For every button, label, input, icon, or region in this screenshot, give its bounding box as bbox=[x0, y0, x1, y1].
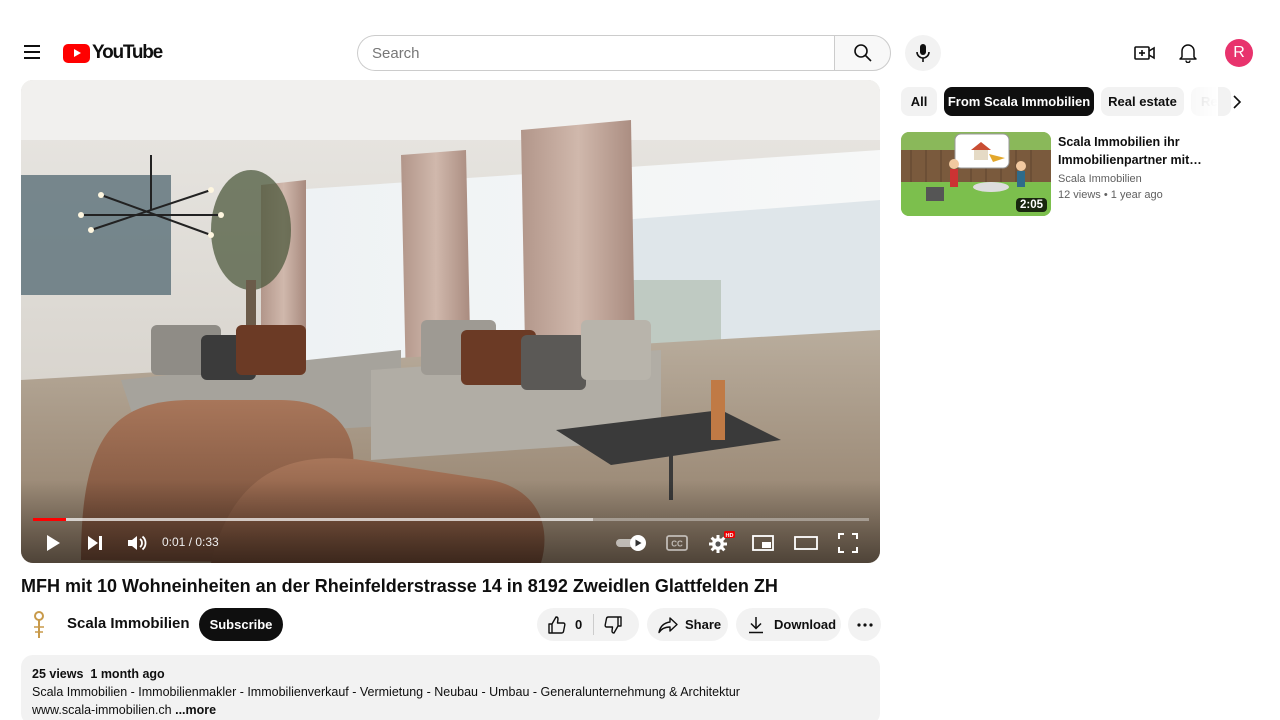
related-video-age: 1 year ago bbox=[1110, 189, 1163, 201]
logo-text: YouTube bbox=[92, 42, 163, 63]
next-button[interactable] bbox=[81, 528, 109, 558]
theater-icon bbox=[794, 536, 818, 550]
captions-icon: CC bbox=[666, 535, 688, 551]
channel-avatar[interactable] bbox=[22, 607, 56, 641]
channel-logo-icon bbox=[34, 611, 44, 638]
video-title: MFH mit 10 Wohneinheiten an der Rheinfel… bbox=[21, 576, 778, 596]
chips-next-button[interactable] bbox=[1222, 87, 1252, 117]
like-dislike-group: 0 bbox=[537, 608, 639, 641]
channel-name[interactable]: Scala Immobilien bbox=[67, 615, 190, 632]
chip-from-scala-immobilien[interactable]: From Scala Immobilien bbox=[944, 87, 1094, 116]
settings-button[interactable]: HD bbox=[705, 528, 737, 558]
settings-icon: HD bbox=[709, 531, 735, 553]
thumbs-up-icon bbox=[548, 615, 566, 634]
youtube-logo[interactable]: YouTube bbox=[63, 42, 163, 64]
chip-all[interactable]: All bbox=[901, 87, 937, 116]
video-frame-living-room bbox=[21, 80, 880, 563]
autoplay-toggle[interactable] bbox=[615, 528, 649, 558]
chip-fade bbox=[1186, 87, 1218, 116]
description-box[interactable]: 25 views 1 month ago Scala Immobilien - … bbox=[21, 655, 880, 720]
more-actions-button[interactable] bbox=[848, 608, 881, 641]
mute-button[interactable] bbox=[123, 528, 153, 558]
chip-real-estate[interactable]: Real estate bbox=[1101, 87, 1184, 116]
autoplay-icon bbox=[616, 535, 646, 551]
related-video-views: 12 views bbox=[1058, 189, 1101, 201]
share-icon bbox=[658, 616, 678, 633]
download-button[interactable]: Download bbox=[736, 608, 841, 641]
related-video-channel[interactable]: Scala Immobilien bbox=[1058, 173, 1142, 185]
related-video-thumbnail[interactable]: 2:05 bbox=[901, 132, 1051, 216]
related-video-title[interactable]: Scala Immobilien ihr Immobilienpartner m… bbox=[1058, 133, 1208, 169]
description-line-2: www.scala-immobilien.ch ...more bbox=[32, 701, 869, 719]
total-duration: 0:33 bbox=[195, 535, 219, 549]
volume-icon bbox=[128, 535, 147, 551]
youtube-play-logo-icon bbox=[63, 43, 90, 63]
play-icon bbox=[47, 535, 60, 551]
like-button[interactable]: 0 bbox=[547, 615, 582, 635]
next-icon bbox=[88, 536, 102, 550]
time-display: 0:01 / 0:33 bbox=[162, 535, 219, 549]
thumbs-down-icon bbox=[604, 616, 622, 634]
hd-badge: HD bbox=[726, 533, 734, 539]
chevron-right-icon bbox=[1233, 95, 1242, 109]
meta-dot: • bbox=[1103, 189, 1111, 201]
download-label: Download bbox=[774, 617, 837, 632]
fullscreen-icon bbox=[838, 533, 858, 553]
download-icon bbox=[749, 616, 763, 633]
show-more-link[interactable]: ...more bbox=[175, 703, 216, 717]
subscribe-button[interactable]: Subscribe bbox=[199, 608, 283, 641]
search-placeholder: Search bbox=[372, 44, 420, 62]
progress-bar[interactable] bbox=[33, 518, 869, 521]
fullscreen-button[interactable] bbox=[833, 528, 863, 558]
current-time: 0:01 bbox=[162, 535, 186, 549]
video-duration-badge: 2:05 bbox=[1015, 198, 1047, 212]
search-button[interactable] bbox=[834, 35, 891, 71]
description-stats: 25 views 1 month ago bbox=[32, 665, 869, 683]
progress-loaded bbox=[33, 518, 594, 521]
captions-button[interactable]: CC bbox=[663, 528, 691, 558]
account-avatar[interactable]: R bbox=[1225, 39, 1253, 67]
upload-date: 1 month ago bbox=[90, 667, 165, 681]
description-line-1: Scala Immobilien - Immobilienmakler - Im… bbox=[32, 685, 740, 699]
play-button[interactable] bbox=[39, 528, 67, 558]
related-video-item[interactable]: 2:05 Scala Immobilien ihr Immobilienpart… bbox=[901, 132, 1261, 216]
like-count: 0 bbox=[575, 617, 583, 632]
search-icon bbox=[853, 44, 872, 62]
notifications-button[interactable] bbox=[1172, 36, 1204, 70]
create-icon bbox=[1134, 46, 1155, 60]
bell-icon bbox=[1179, 44, 1197, 63]
theater-mode-button[interactable] bbox=[791, 528, 821, 558]
description-link: www.scala-immobilien.ch bbox=[32, 703, 172, 717]
like-divider bbox=[593, 614, 594, 635]
progress-played bbox=[33, 518, 67, 521]
dislike-button[interactable] bbox=[603, 615, 623, 638]
voice-search-button[interactable] bbox=[905, 35, 941, 71]
video-player[interactable]: 0:01 / 0:33 CC HD bbox=[21, 80, 880, 563]
share-label: Share bbox=[685, 617, 722, 632]
search-input[interactable]: Search bbox=[357, 35, 835, 71]
mic-icon bbox=[916, 44, 930, 62]
more-horizontal-icon bbox=[856, 622, 873, 627]
create-button[interactable] bbox=[1128, 36, 1162, 70]
svg-text:CC: CC bbox=[671, 540, 683, 549]
menu-icon[interactable] bbox=[16, 36, 48, 68]
share-button[interactable]: Share bbox=[647, 608, 728, 641]
view-count: 25 views bbox=[32, 667, 84, 681]
related-video-meta: 12 views • 1 year ago bbox=[1058, 189, 1163, 201]
miniplayer-button[interactable] bbox=[749, 528, 777, 558]
player-controls: 0:01 / 0:33 CC HD bbox=[21, 524, 880, 563]
miniplayer-icon bbox=[752, 535, 774, 551]
